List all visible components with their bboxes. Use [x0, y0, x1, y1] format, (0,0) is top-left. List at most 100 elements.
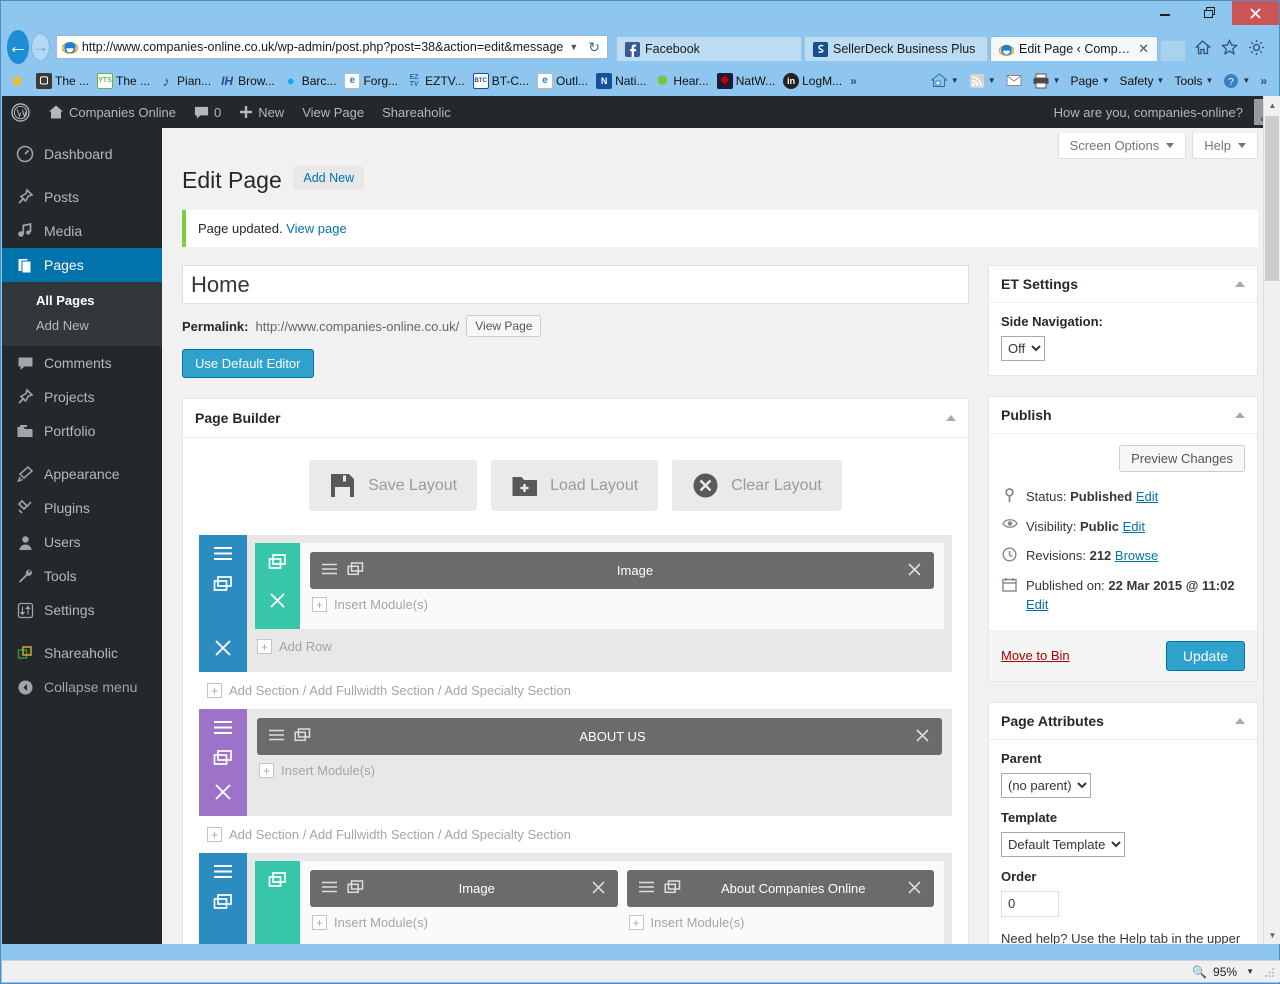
chevron-up-icon[interactable]: [1235, 281, 1245, 287]
refresh-icon[interactable]: ↻: [584, 39, 604, 56]
module-settings-icon[interactable]: [321, 563, 338, 578]
adminbar-view-page[interactable]: View Page: [293, 96, 373, 128]
status-edit-link[interactable]: Edit: [1136, 489, 1158, 504]
add-section-button[interactable]: + Add Section / Add Fullwidth Section / …: [199, 672, 952, 709]
module-clone-icon[interactable]: [294, 728, 311, 745]
load-layout-button[interactable]: Load Layout: [491, 460, 659, 511]
visibility-edit-link[interactable]: Edit: [1123, 519, 1145, 534]
tab-facebook[interactable]: Facebook: [616, 36, 802, 61]
section-delete-icon[interactable]: [213, 638, 233, 661]
back-arrow-icon[interactable]: ←: [7, 30, 29, 64]
insert-modules-button[interactable]: + Insert Module(s): [627, 907, 935, 939]
adminbar-site-name[interactable]: Companies Online: [39, 96, 185, 128]
builder-module[interactable]: ABOUT US: [257, 718, 942, 755]
page-attributes-header[interactable]: Page Attributes: [989, 703, 1257, 740]
section-settings-icon[interactable]: [213, 546, 233, 564]
section-clone-icon[interactable]: [213, 750, 233, 770]
favorite-item[interactable]: EZ TV EZTV...: [402, 70, 469, 92]
address-dropdown-icon[interactable]: ▼: [563, 42, 584, 52]
screen-options-button[interactable]: Screen Options: [1057, 133, 1187, 159]
sidebar-item-media[interactable]: Media: [2, 214, 162, 248]
module-settings-icon[interactable]: [321, 881, 338, 896]
zoom-icon[interactable]: 🔍: [1192, 965, 1207, 979]
feeds-button[interactable]: ▼: [965, 70, 1000, 92]
sidebar-item-users[interactable]: Users: [2, 525, 162, 559]
adminbar-shareaholic[interactable]: Shareaholic: [373, 96, 460, 128]
wordpress-logo-icon[interactable]: [2, 96, 39, 128]
tab-edit-page[interactable]: Edit Page ‹ Companies ... ✕: [990, 36, 1158, 61]
section-clone-icon[interactable]: [213, 894, 233, 914]
row-delete-icon[interactable]: [268, 591, 287, 613]
use-default-editor-button[interactable]: Use Default Editor: [182, 349, 314, 378]
page-menu-button[interactable]: Page ▼: [1067, 70, 1114, 92]
module-settings-icon[interactable]: [268, 729, 285, 744]
home-page-button[interactable]: ▼: [927, 70, 963, 92]
tab-sellerdeck[interactable]: SellerDeck Business Plus: [804, 36, 988, 61]
scroll-down-icon[interactable]: ▼: [1264, 926, 1280, 944]
sidebar-item-comments[interactable]: Comments: [2, 346, 162, 380]
side-navigation-select[interactable]: Off: [1001, 336, 1045, 361]
scrollbar-thumb[interactable]: [1265, 116, 1279, 281]
address-bar[interactable]: http://www.companies-online.co.uk/wp-adm…: [55, 35, 608, 59]
sidebar-item-plugins[interactable]: Plugins: [2, 491, 162, 525]
module-delete-icon[interactable]: [914, 727, 931, 747]
favorite-item[interactable]: BTC BT-C...: [469, 70, 533, 92]
module-settings-icon[interactable]: [638, 881, 655, 896]
help-button[interactable]: Help: [1192, 133, 1258, 159]
row-clone-icon[interactable]: [268, 872, 287, 891]
view-page-button[interactable]: View Page: [466, 315, 542, 337]
settings-gear-icon[interactable]: [1248, 39, 1265, 56]
section-settings-icon[interactable]: [213, 864, 233, 882]
favorite-item[interactable]: e Forg...: [340, 70, 402, 92]
chevron-up-icon[interactable]: [1235, 412, 1245, 418]
order-input[interactable]: [1001, 890, 1059, 917]
adminbar-comments[interactable]: 0: [185, 96, 230, 128]
clear-layout-button[interactable]: Clear Layout: [672, 460, 842, 511]
favorite-item[interactable]: ✺ Hear...: [650, 70, 712, 92]
sidebar-item-posts[interactable]: Posts: [2, 180, 162, 214]
read-mail-button[interactable]: [1002, 70, 1026, 92]
close-button[interactable]: [1232, 1, 1279, 25]
home-icon[interactable]: [1194, 39, 1211, 56]
page-scrollbar[interactable]: ▲ ▼: [1263, 96, 1280, 944]
section-delete-icon[interactable]: [213, 782, 233, 805]
zoom-dropdown-icon[interactable]: ▼: [1246, 967, 1254, 976]
forward-arrow-icon[interactable]: →: [30, 33, 50, 61]
section-settings-icon[interactable]: [213, 720, 233, 738]
add-favorites-button[interactable]: ★: [5, 70, 32, 92]
preview-changes-button[interactable]: Preview Changes: [1119, 445, 1245, 472]
favorite-item[interactable]: in LogM...: [779, 70, 846, 92]
favorite-item[interactable]: YTS The ...: [93, 70, 154, 92]
post-title-input[interactable]: [182, 265, 969, 304]
print-button[interactable]: ▼: [1028, 70, 1065, 92]
view-page-link[interactable]: View page: [286, 221, 346, 236]
favorites-star-icon[interactable]: [1221, 38, 1238, 56]
move-to-bin-link[interactable]: Move to Bin: [1001, 648, 1070, 663]
published-edit-link[interactable]: Edit: [1026, 597, 1048, 612]
favorites-overflow-icon[interactable]: »: [846, 74, 861, 88]
command-overflow-icon[interactable]: »: [1256, 74, 1271, 88]
module-clone-icon[interactable]: [663, 880, 681, 897]
sidebar-item-tools[interactable]: Tools: [2, 559, 162, 593]
builder-module[interactable]: About Companies Online: [626, 870, 934, 907]
module-delete-icon[interactable]: [906, 561, 923, 581]
favorite-item[interactable]: ● Barc...: [279, 70, 341, 92]
favorite-item[interactable]: ▢ The ...: [32, 70, 93, 92]
favorite-item[interactable]: IH Brow...: [215, 70, 279, 92]
scroll-up-icon[interactable]: ▲: [1264, 96, 1280, 114]
resize-grip[interactable]: [1264, 966, 1276, 978]
chevron-up-icon[interactable]: [946, 415, 956, 421]
sidebar-item-pages[interactable]: Pages: [2, 248, 162, 282]
sidebar-item-all-pages[interactable]: All Pages: [2, 288, 162, 313]
row-clone-icon[interactable]: [268, 554, 287, 573]
adminbar-account[interactable]: How are you, companies-online?: [1045, 96, 1280, 128]
add-row-button[interactable]: + Add Row: [247, 629, 952, 666]
module-clone-icon[interactable]: [347, 562, 364, 579]
help-menu-button[interactable]: ? ▼: [1219, 70, 1254, 92]
adminbar-new[interactable]: New: [230, 96, 293, 128]
builder-module[interactable]: Image: [310, 552, 934, 589]
update-button[interactable]: Update: [1165, 640, 1245, 671]
sidebar-item-portfolio[interactable]: Portfolio: [2, 414, 162, 448]
template-select[interactable]: Default Template: [1001, 831, 1125, 857]
tools-menu-button[interactable]: Tools ▼: [1170, 70, 1217, 92]
